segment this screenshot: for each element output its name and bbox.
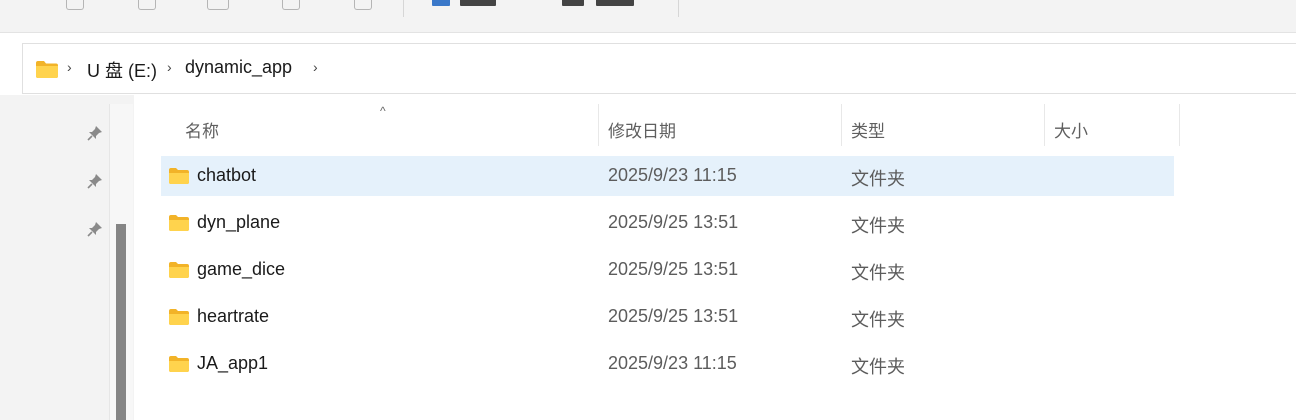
column-header-modified[interactable]: 修改日期	[608, 117, 676, 142]
file-type: 文件夹	[851, 357, 905, 377]
file-name: heartrate	[197, 306, 270, 326]
folder-icon	[168, 167, 190, 190]
column-divider[interactable]	[1179, 104, 1180, 146]
file-type: 文件夹	[851, 310, 905, 330]
column-divider[interactable]	[1044, 104, 1045, 146]
delete-icon[interactable]	[354, 0, 372, 10]
folder-icon	[168, 355, 190, 378]
address-bar[interactable]: › U 盘 (E:) › dynamic_app ›	[22, 43, 1296, 94]
file-name: game_dice	[197, 259, 286, 279]
column-header-name[interactable]: 名称	[185, 117, 219, 142]
pin-icon[interactable]	[87, 125, 103, 141]
rename-icon[interactable]	[207, 0, 229, 10]
folder-icon	[168, 308, 190, 331]
table-row[interactable]: JA_app1 2025/9/23 11:15 文件夹	[161, 344, 1174, 384]
table-row[interactable]: dyn_plane 2025/9/25 13:51 文件夹	[161, 203, 1174, 243]
file-modified: 2025/9/25 13:51	[608, 212, 739, 232]
file-type: 文件夹	[851, 216, 905, 236]
chevron-right-icon[interactable]: ›	[67, 59, 72, 75]
file-modified: 2025/9/23 11:15	[608, 165, 737, 185]
breadcrumb-drive[interactable]: U 盘 (E:)	[87, 57, 157, 83]
file-modified: 2025/9/25 13:51	[608, 306, 739, 326]
file-name: JA_app1	[197, 353, 269, 373]
chevron-right-icon[interactable]: ›	[313, 59, 318, 75]
file-name: chatbot	[197, 165, 257, 185]
view-icon[interactable]	[562, 0, 584, 6]
pin-icon[interactable]	[87, 221, 103, 237]
share-icon[interactable]	[282, 0, 300, 10]
table-row[interactable]: game_dice 2025/9/25 13:51 文件夹	[161, 250, 1174, 290]
column-header-size[interactable]: 大小	[1054, 117, 1088, 142]
folder-icon	[35, 60, 59, 84]
breadcrumb-folder[interactable]: dynamic_app	[185, 57, 292, 78]
column-header-type[interactable]: 类型	[851, 117, 885, 142]
column-divider[interactable]	[598, 104, 599, 146]
file-name: dyn_plane	[197, 212, 281, 232]
table-row[interactable]: heartrate 2025/9/25 13:51 文件夹	[161, 297, 1174, 337]
file-type: 文件夹	[851, 169, 905, 189]
copy-icon[interactable]	[66, 0, 84, 10]
view-button-fragment[interactable]	[596, 0, 634, 6]
sort-button-fragment[interactable]	[460, 0, 496, 6]
chevron-right-icon[interactable]: ›	[167, 59, 172, 75]
file-type: 文件夹	[851, 263, 905, 283]
command-bar	[0, 0, 1296, 33]
pin-icon[interactable]	[87, 173, 103, 189]
sort-ascending-icon: ^	[380, 104, 386, 118]
toolbar-divider	[678, 0, 679, 17]
paste-icon[interactable]	[138, 0, 156, 10]
folder-icon	[168, 261, 190, 284]
file-modified: 2025/9/23 11:15	[608, 353, 737, 373]
sort-icon[interactable]	[432, 0, 450, 6]
file-modified: 2025/9/25 13:51	[608, 259, 739, 279]
toolbar-divider	[403, 0, 404, 17]
table-row[interactable]: chatbot 2025/9/23 11:15 文件夹	[161, 156, 1174, 196]
scrollbar-thumb[interactable]	[116, 224, 126, 420]
folder-icon	[168, 214, 190, 237]
column-divider[interactable]	[841, 104, 842, 146]
